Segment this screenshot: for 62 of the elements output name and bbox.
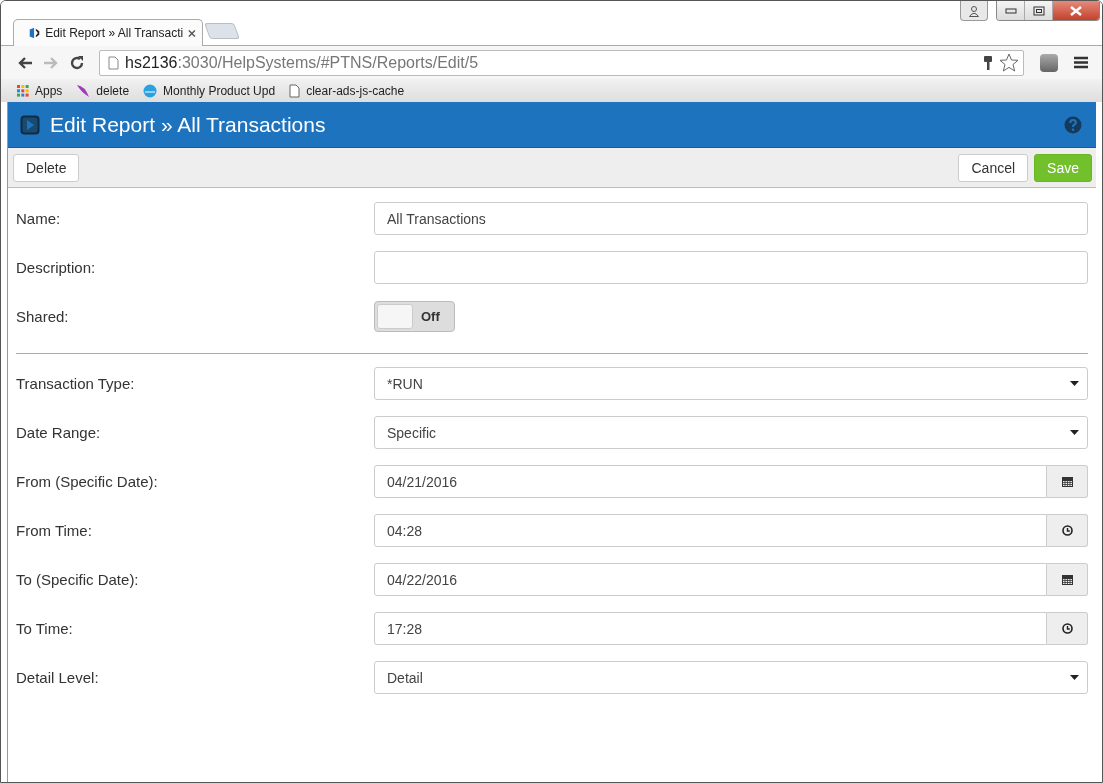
cancel-button[interactable]: Cancel [958, 153, 1029, 182]
bookmark-item[interactable]: Apps [17, 83, 63, 98]
extension-icon[interactable] [1040, 53, 1058, 72]
field-label: Detail Level: [16, 669, 100, 686]
caret-icon [1070, 430, 1079, 435]
delete-button[interactable]: Delete [13, 153, 80, 182]
field-label: To Time: [16, 620, 74, 637]
browser-tab[interactable]: Edit Report » All Transacti [13, 19, 203, 46]
bookmark-item[interactable]: delete [76, 83, 130, 98]
play-icon [20, 114, 40, 135]
page-title: Edit Report » All Transactions [50, 112, 326, 137]
minimize-icon [1004, 7, 1017, 14]
tab-title: Edit Report » All Transacti [45, 26, 184, 40]
key-icon[interactable] [983, 54, 993, 71]
bookmark-item[interactable]: clear-ads-js-cache [289, 83, 405, 98]
calendar-button[interactable] [1047, 563, 1088, 596]
text-field[interactable]: All Transactions [374, 202, 1088, 235]
back-arrow-icon[interactable] [17, 55, 33, 70]
grid-icon [17, 84, 29, 97]
field-label: To (Specific Date): [16, 571, 140, 588]
field-label: From Time: [16, 522, 93, 539]
field-label: Transaction Type: [16, 375, 136, 392]
text-field[interactable]: 17:28 [374, 612, 1047, 645]
calendar-icon [1061, 574, 1073, 585]
field-label: Description: [16, 259, 97, 276]
field-label: Name: [16, 210, 62, 227]
calendar-button[interactable] [1047, 465, 1088, 498]
close-icon [1069, 5, 1083, 16]
menu-icon[interactable] [1074, 56, 1088, 69]
reload-icon[interactable] [69, 54, 85, 71]
page-icon [289, 83, 301, 98]
caret-icon [1070, 675, 1079, 680]
calendar-icon [1061, 476, 1073, 487]
url-text: hs2136:3030/HelpSystems/#PTNS/Reports/Edit/5 [125, 53, 480, 72]
bookmark-item[interactable]: Monthly Product Upd [143, 83, 276, 98]
text-field[interactable] [374, 251, 1088, 284]
logo-icon [28, 26, 41, 40]
text-field[interactable]: 04:28 [374, 514, 1047, 547]
dropdown[interactable]: Specific [374, 416, 1088, 449]
person-icon [968, 4, 980, 17]
clock-icon [1061, 525, 1073, 536]
address-bar[interactable]: hs2136:3030/HelpSystems/#PTNS/Reports/Edit/5 [99, 49, 1024, 76]
field-label: Shared: [16, 308, 70, 325]
close-icon[interactable] [188, 28, 196, 38]
star-icon[interactable] [999, 53, 1019, 72]
field-label: From (Specific Date): [16, 473, 159, 490]
dropdown[interactable]: *RUN [374, 367, 1088, 400]
text-field[interactable]: 04/21/2016 [374, 465, 1047, 498]
clock-icon [1061, 623, 1073, 634]
text-field[interactable]: 04/22/2016 [374, 563, 1047, 596]
field-label: Date Range: [16, 424, 102, 441]
maximize-button[interactable] [1025, 1, 1053, 20]
clock-button[interactable] [1047, 612, 1088, 645]
page-icon [108, 55, 119, 70]
clock-button[interactable] [1047, 514, 1088, 547]
dropdown[interactable]: Detail [374, 661, 1088, 694]
feather-icon [76, 83, 91, 98]
maximize-icon [1032, 5, 1045, 16]
close-button[interactable] [1053, 1, 1099, 20]
toggle-switch[interactable]: Off [374, 301, 455, 332]
user-button[interactable] [960, 1, 988, 21]
caret-icon [1070, 381, 1079, 386]
